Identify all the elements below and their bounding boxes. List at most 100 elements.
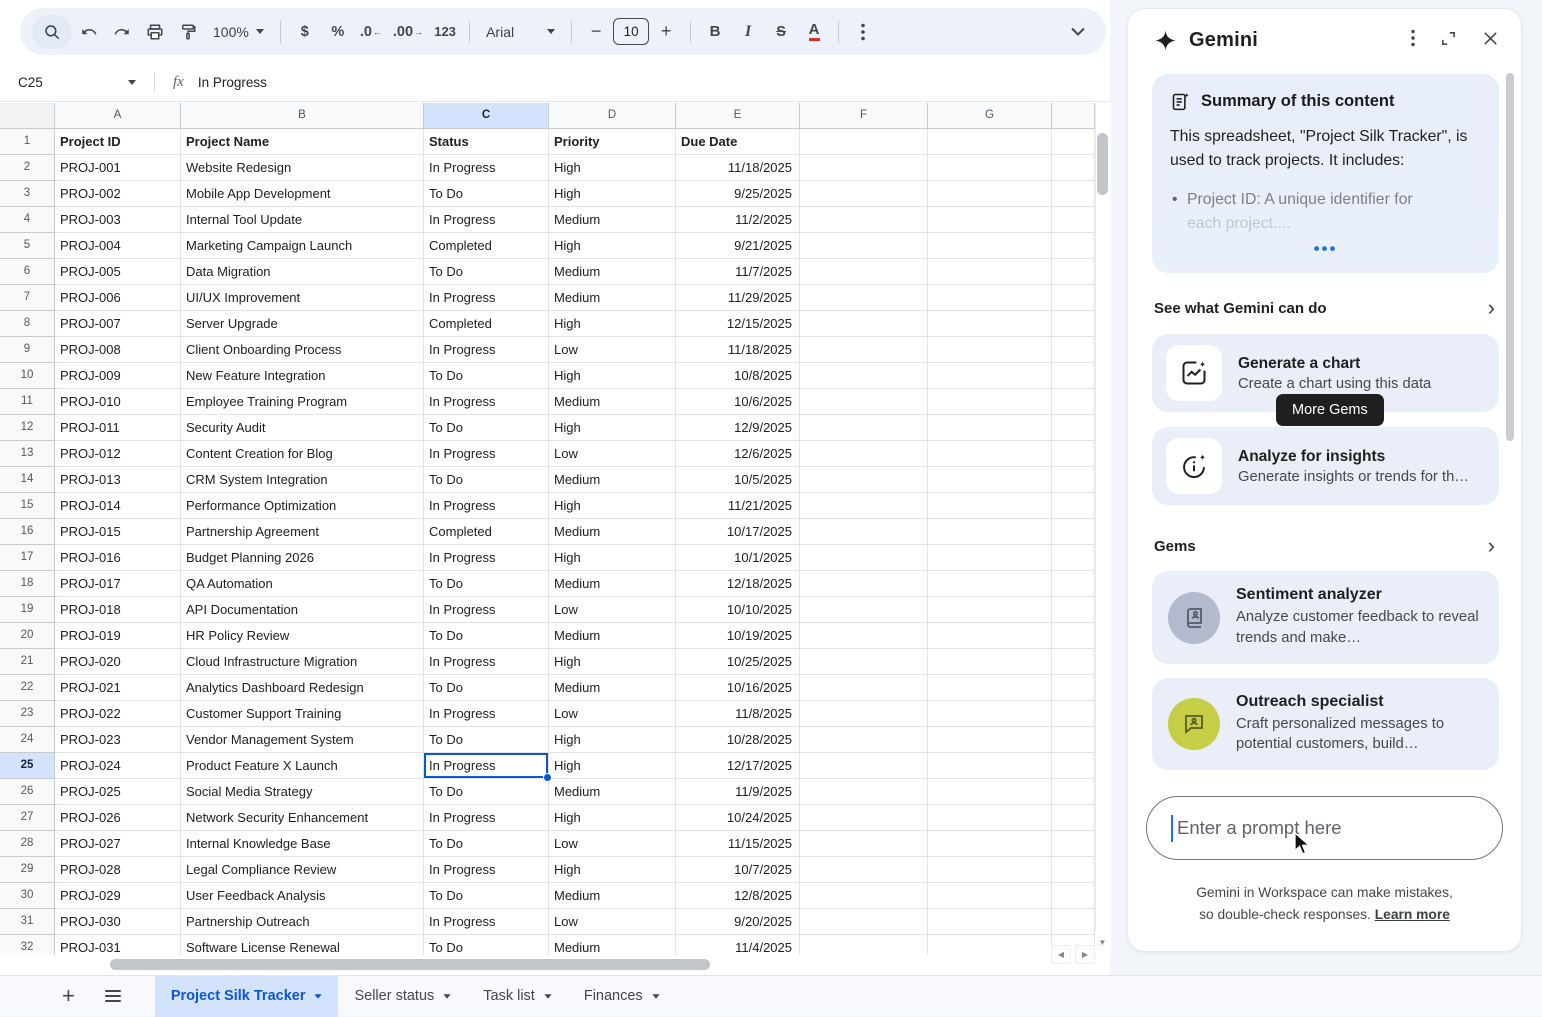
- gems-row[interactable]: Gems ›: [1154, 535, 1495, 557]
- cell-A31[interactable]: PROJ-030: [55, 909, 181, 935]
- cell-F17[interactable]: [800, 545, 928, 571]
- decrease-decimal-button[interactable]: .0←: [355, 15, 387, 49]
- cell-G27[interactable]: [928, 805, 1052, 831]
- increase-font-size-button[interactable]: +: [650, 15, 682, 49]
- cell-D1[interactable]: Priority: [549, 129, 676, 155]
- cell-G32[interactable]: [928, 935, 1052, 955]
- cell-G30[interactable]: [928, 883, 1052, 909]
- column-header-D[interactable]: D: [549, 103, 676, 129]
- row-header-31[interactable]: 31: [0, 909, 55, 935]
- zoom-control[interactable]: 100%: [205, 24, 272, 40]
- cell-E26[interactable]: 11/9/2025: [676, 779, 800, 805]
- cell-D18[interactable]: Medium: [549, 571, 676, 597]
- cell-E31[interactable]: 9/20/2025: [676, 909, 800, 935]
- cell-D32[interactable]: Medium: [549, 935, 676, 955]
- cell-C25[interactable]: In Progress: [424, 753, 549, 779]
- cell-A17[interactable]: PROJ-016: [55, 545, 181, 571]
- cell-partial-30[interactable]: [1052, 883, 1095, 909]
- column-header-G[interactable]: G: [928, 103, 1052, 129]
- cell-A27[interactable]: PROJ-026: [55, 805, 181, 831]
- cell-A4[interactable]: PROJ-003: [55, 207, 181, 233]
- row-header-18[interactable]: 18: [0, 571, 55, 597]
- cell-A18[interactable]: PROJ-017: [55, 571, 181, 597]
- cell-E30[interactable]: 12/8/2025: [676, 883, 800, 909]
- cell-B7[interactable]: UI/UX Improvement: [181, 285, 424, 311]
- cell-partial-2[interactable]: [1052, 155, 1095, 181]
- row-header-29[interactable]: 29: [0, 857, 55, 883]
- cell-E22[interactable]: 10/16/2025: [676, 675, 800, 701]
- cell-F14[interactable]: [800, 467, 928, 493]
- cell-G18[interactable]: [928, 571, 1052, 597]
- cell-G20[interactable]: [928, 623, 1052, 649]
- cell-B15[interactable]: Performance Optimization: [181, 493, 424, 519]
- cell-F1[interactable]: [800, 129, 928, 155]
- cell-G19[interactable]: [928, 597, 1052, 623]
- paint-format-icon[interactable]: [172, 15, 204, 49]
- cell-F19[interactable]: [800, 597, 928, 623]
- cell-A1[interactable]: Project ID: [55, 129, 181, 155]
- cell-C32[interactable]: To Do: [424, 935, 549, 955]
- cell-G7[interactable]: [928, 285, 1052, 311]
- cell-E21[interactable]: 10/25/2025: [676, 649, 800, 675]
- cell-B24[interactable]: Vendor Management System: [181, 727, 424, 753]
- gem-card-outreach-specialist[interactable]: Outreach specialist Craft personalized m…: [1152, 678, 1499, 770]
- cell-B12[interactable]: Security Audit: [181, 415, 424, 441]
- row-header-28[interactable]: 28: [0, 831, 55, 857]
- cell-C8[interactable]: Completed: [424, 311, 549, 337]
- add-sheet-button[interactable]: +: [62, 983, 75, 1009]
- cell-F28[interactable]: [800, 831, 928, 857]
- cell-F20[interactable]: [800, 623, 928, 649]
- cell-partial-7[interactable]: [1052, 285, 1095, 311]
- cell-D11[interactable]: Medium: [549, 389, 676, 415]
- cell-C12[interactable]: To Do: [424, 415, 549, 441]
- cell-F10[interactable]: [800, 363, 928, 389]
- action-card-analyze-insights[interactable]: Analyze for insights Generate insights o…: [1152, 427, 1499, 505]
- cell-F3[interactable]: [800, 181, 928, 207]
- cell-E24[interactable]: 10/28/2025: [676, 727, 800, 753]
- cell-A30[interactable]: PROJ-029: [55, 883, 181, 909]
- cell-E6[interactable]: 11/7/2025: [676, 259, 800, 285]
- row-header-9[interactable]: 9: [0, 337, 55, 363]
- cell-G26[interactable]: [928, 779, 1052, 805]
- cell-A3[interactable]: PROJ-002: [55, 181, 181, 207]
- cell-D13[interactable]: Low: [549, 441, 676, 467]
- row-header-27[interactable]: 27: [0, 805, 55, 831]
- row-header-23[interactable]: 23: [0, 701, 55, 727]
- cell-F25[interactable]: [800, 753, 928, 779]
- cell-D15[interactable]: High: [549, 493, 676, 519]
- cell-G23[interactable]: [928, 701, 1052, 727]
- select-all-corner[interactable]: [0, 103, 55, 129]
- column-header-B[interactable]: B: [181, 103, 424, 129]
- more-options-icon[interactable]: [847, 15, 879, 49]
- search-icon[interactable]: [32, 15, 72, 49]
- cell-A12[interactable]: PROJ-011: [55, 415, 181, 441]
- cell-F11[interactable]: [800, 389, 928, 415]
- cell-B11[interactable]: Employee Training Program: [181, 389, 424, 415]
- expand-panel-icon[interactable]: [1440, 30, 1457, 52]
- row-header-14[interactable]: 14: [0, 467, 55, 493]
- cell-partial-19[interactable]: [1052, 597, 1095, 623]
- cell-A26[interactable]: PROJ-025: [55, 779, 181, 805]
- cell-A23[interactable]: PROJ-022: [55, 701, 181, 727]
- cell-B32[interactable]: Software License Renewal: [181, 935, 424, 955]
- cell-A15[interactable]: PROJ-014: [55, 493, 181, 519]
- cell-G14[interactable]: [928, 467, 1052, 493]
- cell-D6[interactable]: Medium: [549, 259, 676, 285]
- cell-B21[interactable]: Cloud Infrastructure Migration: [181, 649, 424, 675]
- cell-partial-8[interactable]: [1052, 311, 1095, 337]
- cell-D28[interactable]: Low: [549, 831, 676, 857]
- cell-C4[interactable]: In Progress: [424, 207, 549, 233]
- cell-B30[interactable]: User Feedback Analysis: [181, 883, 424, 909]
- cell-A16[interactable]: PROJ-015: [55, 519, 181, 545]
- cell-B13[interactable]: Content Creation for Blog: [181, 441, 424, 467]
- cell-G10[interactable]: [928, 363, 1052, 389]
- row-header-30[interactable]: 30: [0, 883, 55, 909]
- expand-summary-button[interactable]: •••: [1170, 239, 1481, 259]
- cell-partial-5[interactable]: [1052, 233, 1095, 259]
- cell-A22[interactable]: PROJ-021: [55, 675, 181, 701]
- cell-partial-3[interactable]: [1052, 181, 1095, 207]
- cell-partial-12[interactable]: [1052, 415, 1095, 441]
- cell-B8[interactable]: Server Upgrade: [181, 311, 424, 337]
- row-header-15[interactable]: 15: [0, 493, 55, 519]
- cell-A20[interactable]: PROJ-019: [55, 623, 181, 649]
